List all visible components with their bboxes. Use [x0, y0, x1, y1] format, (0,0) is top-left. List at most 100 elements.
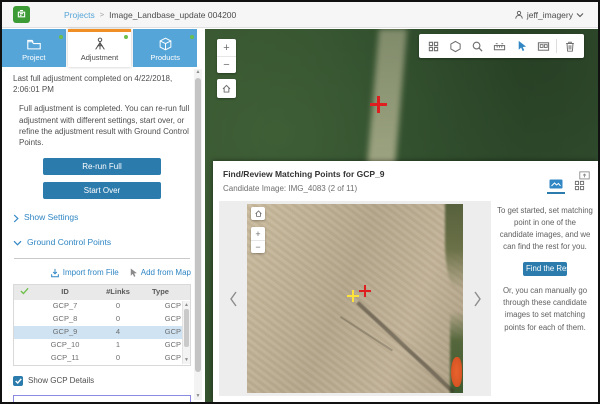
home-extent-button[interactable] — [217, 79, 236, 98]
scroll-down-icon[interactable]: ▼ — [194, 393, 202, 400]
folder-icon — [26, 37, 42, 51]
gcp-marker-red-cross[interactable] — [370, 96, 387, 113]
sidebar-tabs: Project Adjustment Products — [2, 29, 205, 67]
map-zoom-controls: + − — [217, 39, 236, 98]
instruction-primary-text: To get started, set matching point in on… — [497, 205, 593, 253]
photo-zoom-in-button[interactable]: + — [251, 227, 265, 240]
next-image-button[interactable] — [463, 201, 491, 396]
gcp-section-label: Ground Control Points — [27, 237, 111, 249]
photo-orange-object — [451, 357, 462, 387]
matching-point-yellow-cross[interactable] — [347, 290, 359, 302]
cell-id: GCP_7 — [34, 301, 96, 312]
cell-id: GCP_11 — [34, 353, 96, 364]
chevron-down-icon — [576, 12, 584, 18]
scroll-down-icon[interactable]: ▼ — [183, 357, 190, 363]
start-over-button[interactable]: Start Over — [43, 182, 161, 199]
delete-icon[interactable] — [559, 34, 581, 58]
instruction-secondary-text: Or, you can manually go through these ca… — [497, 285, 593, 333]
page-title: Image_Landbase_update 004200 — [109, 10, 236, 20]
import-from-file-link[interactable]: Import from File — [63, 267, 119, 278]
gcp-photo-preview: Photo not available — [13, 395, 191, 402]
tab-adjustment[interactable]: Adjustment — [68, 29, 132, 67]
basemap-icon[interactable] — [444, 34, 466, 58]
map-view[interactable]: + − — [205, 29, 598, 402]
tab-label: Adjustment — [81, 53, 119, 62]
cell-id: GCP_8 — [34, 314, 96, 325]
chevron-right-icon — [13, 214, 19, 223]
photo-pole-shadow — [356, 301, 455, 393]
import-icon — [50, 268, 60, 278]
rerun-full-button[interactable]: Re-run Full — [43, 158, 161, 175]
column-header-type[interactable]: Type — [140, 287, 181, 298]
photo-zoom-out-button[interactable]: − — [251, 240, 265, 253]
select-icon[interactable] — [510, 34, 532, 58]
tab-label: Project — [22, 53, 45, 62]
estimated-point-red-cross[interactable] — [359, 285, 371, 297]
tab-label: Products — [150, 53, 180, 62]
gcp-actions: Import from File Add from Map — [13, 267, 191, 278]
find-review-panel: Find/Review Matching Points for GCP_9 Ca… — [213, 161, 598, 402]
gcp-table: ID #Links Type GCP_7 0 GCP ▾ GCP_ — [13, 284, 191, 366]
zoom-in-button[interactable]: + — [217, 39, 236, 56]
measure-icon[interactable] — [488, 34, 510, 58]
zoom-out-button[interactable]: − — [217, 56, 236, 73]
breadcrumb: Projects > Image_Landbase_update 004200 — [64, 10, 236, 20]
find-the-rest-button[interactable]: Find the Rest — [523, 262, 567, 276]
tab-project[interactable]: Project — [2, 29, 66, 67]
view-mode-toggles — [547, 178, 588, 194]
table-row-gcp11[interactable]: GCP_11 0 GCP ▾ — [14, 352, 190, 365]
checkbox-checked-icon[interactable] — [13, 376, 23, 386]
app-window: Projects > Image_Landbase_update 004200 … — [0, 0, 600, 404]
cell-links: 4 — [96, 327, 140, 338]
sidebar-scrollbar[interactable]: ▲ ▼ — [194, 69, 202, 400]
photo-home-button[interactable] — [251, 207, 265, 220]
show-settings-toggle[interactable]: Show Settings — [13, 212, 191, 224]
cell-id: GCP_10 — [34, 340, 96, 351]
scrollbar-thumb[interactable] — [184, 309, 189, 347]
home-icon — [221, 83, 232, 94]
adjustment-description: Full adjustment is completed. You can re… — [19, 103, 191, 148]
column-header-id[interactable]: ID — [34, 287, 96, 298]
add-from-map-link[interactable]: Add from Map — [141, 267, 191, 278]
show-gcp-details-checkbox[interactable]: Show GCP Details — [13, 375, 191, 386]
table-row-gcp8[interactable]: GCP_8 0 GCP ▾ — [14, 313, 190, 326]
table-row-gcp9-selected[interactable]: GCP_9 4 GCP ▾ — [14, 326, 190, 339]
cell-type: GCP — [140, 314, 181, 325]
person-icon — [514, 10, 524, 20]
cell-links: 0 — [96, 301, 140, 312]
instructions-column: To get started, set matching point in on… — [497, 205, 593, 334]
scrollbar-thumb[interactable] — [195, 78, 201, 372]
scroll-up-icon[interactable]: ▲ — [183, 302, 190, 308]
user-menu[interactable]: jeff_imagery — [514, 10, 584, 20]
tab-products[interactable]: Products — [133, 29, 197, 67]
status-dot-icon — [59, 35, 63, 39]
photo-zoom-controls: + − — [251, 227, 265, 253]
breadcrumb-projects-link[interactable]: Projects — [64, 10, 95, 20]
ortho-maker-logo-icon[interactable] — [13, 6, 30, 23]
column-header-links[interactable]: #Links — [96, 287, 140, 298]
cell-type: GCP — [140, 327, 181, 338]
tiles-icon[interactable] — [422, 34, 444, 58]
table-scrollbar[interactable]: ▲ ▼ — [182, 301, 190, 364]
scroll-up-icon[interactable]: ▲ — [194, 69, 202, 76]
previous-image-button[interactable] — [219, 201, 247, 396]
chevron-down-icon — [13, 240, 22, 246]
grid-view-icon[interactable] — [570, 178, 588, 194]
gcp-section-toggle[interactable]: Ground Control Points — [13, 237, 191, 249]
table-row-gcp7[interactable]: GCP_7 0 GCP ▾ — [14, 300, 190, 313]
breadcrumb-separator: > — [100, 10, 104, 19]
chevron-right-icon — [472, 290, 483, 308]
home-icon — [254, 209, 263, 218]
cell-id: GCP_9 — [34, 327, 96, 338]
candidate-photo[interactable]: + − — [247, 204, 463, 393]
candidate-image-label: Candidate Image: IMG_4083 (2 of 11) — [223, 184, 357, 193]
single-image-view-icon[interactable] — [547, 178, 565, 194]
show-gcp-details-label: Show GCP Details — [28, 375, 94, 386]
top-bar: Projects > Image_Landbase_update 004200 … — [2, 2, 598, 28]
show-settings-label: Show Settings — [24, 212, 78, 224]
images-icon[interactable] — [532, 34, 554, 58]
tripod-icon — [92, 37, 108, 51]
table-row-gcp10[interactable]: GCP_10 1 GCP ▾ — [14, 339, 190, 352]
search-icon[interactable] — [466, 34, 488, 58]
status-dot-icon — [124, 35, 128, 39]
